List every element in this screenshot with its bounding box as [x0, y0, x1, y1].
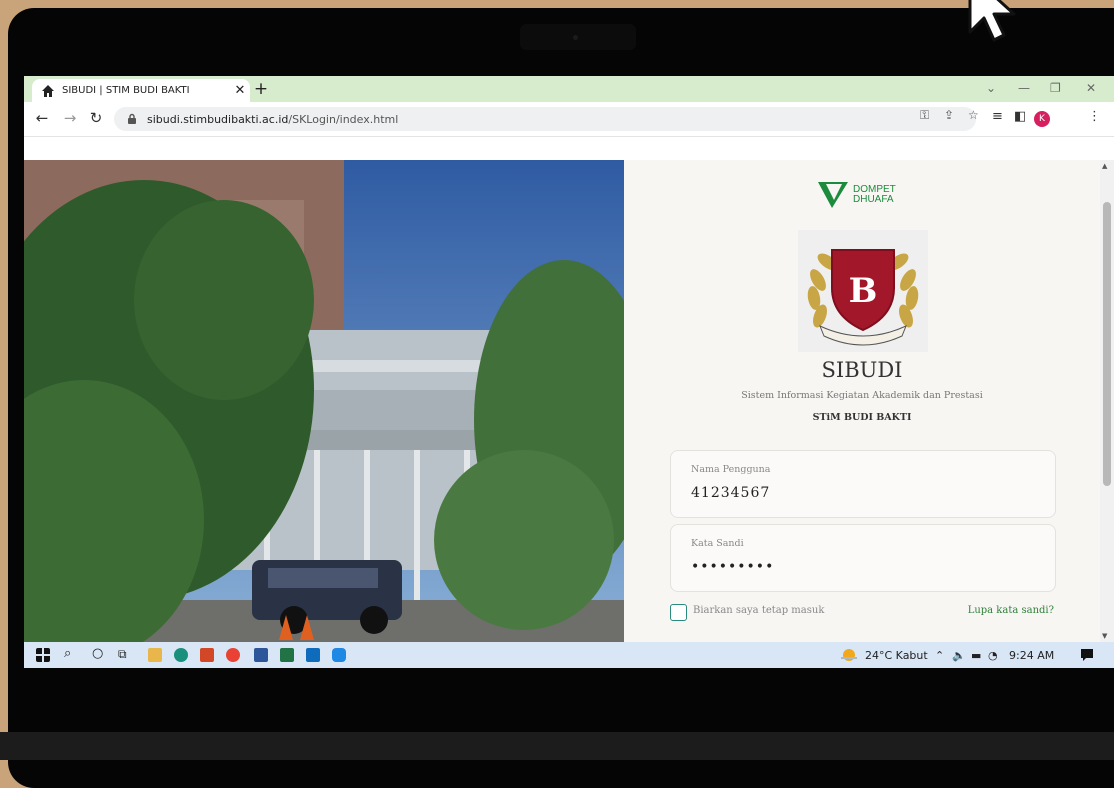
forward-icon[interactable]: →: [60, 108, 80, 128]
username-field[interactable]: Nama Pengguna 41234567: [670, 450, 1056, 518]
chat-app-icon[interactable]: [332, 648, 346, 662]
remember-me-label[interactable]: Biarkan saya tetap masuk: [693, 605, 824, 616]
password-field[interactable]: Kata Sandi •••••••••: [670, 524, 1056, 592]
app-subtitle: Sistem Informasi Kegiatan Akademik dan P…: [741, 390, 983, 401]
camera-notch: [520, 24, 636, 50]
weather-text[interactable]: 24°C Kabut: [865, 649, 928, 662]
key-icon[interactable]: ⚿: [920, 108, 929, 123]
address-bar[interactable]: sibudi.stimbudibakti.ac.id/SKLogin/index…: [114, 107, 976, 131]
more-menu-icon[interactable]: ⋮: [1088, 109, 1101, 124]
url-host: sibudi.stimbudibakti.ac.id: [147, 112, 289, 126]
share-icon[interactable]: ⇪: [944, 108, 954, 122]
password-label: Kata Sandi: [691, 538, 744, 549]
mouse-cursor-icon: [968, 0, 1016, 42]
chrome-icon[interactable]: [226, 648, 240, 662]
crest-emblem-icon: B: [807, 249, 919, 346]
bookmark-star-icon[interactable]: ☆: [968, 108, 979, 122]
task-view-icon[interactable]: ⧉: [118, 647, 127, 662]
search-icon[interactable]: ⌕: [64, 646, 71, 661]
svg-text:B: B: [849, 271, 878, 311]
org-name: STiM BUDI BAKTI: [812, 412, 912, 423]
dompet-dhuafa-text: DOMPET DHUAFA: [853, 185, 896, 205]
back-icon[interactable]: ←: [32, 108, 52, 128]
home-icon: [42, 84, 54, 97]
campus-building-photo: [24, 160, 624, 642]
password-input[interactable]: •••••••••: [691, 559, 774, 575]
tab-search-icon[interactable]: ⌄: [986, 80, 996, 96]
tray-chevron-icon[interactable]: ⌃: [935, 649, 944, 662]
scroll-thumb[interactable]: [1103, 202, 1111, 486]
login-panel: DOMPET DHUAFA B SIBUDI Sistem Informasi …: [624, 160, 1100, 642]
weather-fog-icon: [841, 649, 857, 661]
side-panel-icon[interactable]: ◧: [1014, 109, 1026, 124]
page-scrollbar[interactable]: ▲ ▼: [1100, 160, 1114, 642]
file-explorer-icon[interactable]: [148, 648, 162, 662]
tab-sibudi[interactable]: SIBUDI | STIM BUDI BAKTI ✕: [32, 79, 250, 102]
forgot-password-link[interactable]: Lupa kata sandi?: [968, 605, 1054, 616]
windows-start-icon[interactable]: [36, 648, 50, 662]
close-tab-icon[interactable]: ✕: [230, 83, 250, 98]
url-path: /SKLogin/index.html: [288, 112, 399, 126]
windows-taskbar: ⌕ ○ ⧉ 24°C Kabut ⌃ 🔈 ▬ ◔ 9:24 AM: [24, 642, 1114, 668]
username-input[interactable]: 41234567: [691, 485, 770, 501]
office-icon[interactable]: [200, 648, 214, 662]
restore-icon[interactable]: ❐: [1050, 80, 1061, 96]
lock-icon: [128, 113, 136, 124]
remember-me-checkbox[interactable]: [670, 604, 687, 621]
wifi-icon[interactable]: ◔: [988, 649, 998, 662]
tab-strip: SIBUDI | STIM BUDI BAKTI ✕ + ⌄ — ❐ ✕: [24, 76, 1114, 102]
browser-toolbar: ← → ↻ sibudi.stimbudibakti.ac.id/SKLogin…: [24, 102, 1114, 137]
tab-title: SIBUDI | STIM BUDI BAKTI: [62, 85, 190, 96]
cortana-icon[interactable]: ○: [92, 646, 103, 661]
reload-icon[interactable]: ↻: [86, 108, 106, 128]
login-page: DOMPET DHUAFA B SIBUDI Sistem Informasi …: [24, 160, 1100, 642]
app-title: SIBUDI: [821, 358, 903, 382]
mail-icon[interactable]: [306, 648, 320, 662]
notifications-icon[interactable]: [1080, 648, 1094, 662]
clock-time[interactable]: 9:24 AM: [1009, 649, 1054, 662]
laptop-bottom-bezel: [0, 732, 1114, 760]
logo-word-2: DHUAFA: [853, 194, 894, 205]
browser-window: SIBUDI | STIM BUDI BAKTI ✕ + ⌄ — ❐ ✕ ← →…: [24, 76, 1114, 668]
username-label: Nama Pengguna: [691, 464, 771, 475]
scroll-down-icon[interactable]: ▼: [1102, 632, 1107, 640]
word-icon[interactable]: [254, 648, 268, 662]
webcam-icon: [573, 35, 578, 40]
minimize-icon[interactable]: —: [1018, 80, 1030, 96]
stim-crest-logo: B: [798, 230, 928, 352]
scroll-up-icon[interactable]: ▲: [1102, 162, 1107, 170]
battery-icon[interactable]: ▬: [971, 649, 981, 662]
reading-list-icon[interactable]: ≡: [992, 109, 1003, 124]
close-window-icon[interactable]: ✕: [1086, 80, 1096, 96]
new-tab-button[interactable]: +: [250, 79, 272, 99]
excel-icon[interactable]: [280, 648, 294, 662]
edge-icon[interactable]: [174, 648, 188, 662]
profile-avatar[interactable]: K: [1034, 111, 1050, 127]
volume-icon[interactable]: 🔈: [952, 649, 966, 662]
